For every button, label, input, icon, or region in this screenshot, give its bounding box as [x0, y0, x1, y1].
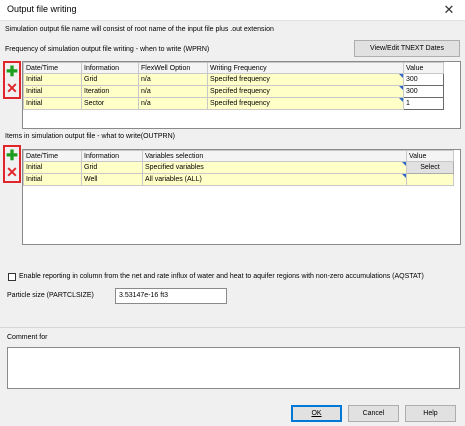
cell-date[interactable]: Initial [23, 85, 82, 98]
dropdown-marker-icon [399, 74, 403, 78]
delete-icon[interactable]: ✕ [6, 165, 18, 179]
divider [0, 327, 465, 328]
select-button[interactable]: Select [406, 161, 454, 174]
cell-frequency[interactable]: Specifed frequency [207, 85, 404, 98]
variables-text: All variables (ALL) [145, 176, 202, 183]
frequency-text: Specifed frequency [210, 100, 270, 107]
col-date-time: Date/Time [23, 62, 82, 74]
cell-value[interactable] [406, 173, 454, 186]
cell-value-input[interactable]: 300 [403, 73, 444, 86]
wprn-row-actions: ✚ ✕ [3, 61, 21, 99]
col-information: Information [81, 150, 143, 162]
wprn-heading: Frequency of simulation output file writ… [5, 46, 210, 53]
window-title: Output file writing [7, 4, 77, 14]
cancel-label: Cancel [362, 410, 385, 417]
col-variables-selection: Variables selection [142, 150, 407, 162]
cell-value-input[interactable]: 300 [403, 85, 444, 98]
plus-icon[interactable]: ✚ [6, 64, 18, 78]
cell-variables[interactable]: Specified variables [142, 161, 407, 174]
cell-variables[interactable]: All variables (ALL) [142, 173, 407, 186]
view-tnext-dates-button[interactable]: View/Edit TNEXT Dates [354, 40, 460, 57]
col-date-time: Date/Time [23, 150, 82, 162]
table-row[interactable]: Initial Iteration n/a Specifed frequency… [23, 85, 444, 98]
cell-frequency[interactable]: Specifed frequency [207, 97, 404, 110]
table-row[interactable]: Initial Well All variables (ALL) [23, 173, 454, 186]
cell-date[interactable]: Initial [23, 161, 82, 174]
comment-label: Comment for [7, 334, 48, 341]
cell-information[interactable]: Grid [81, 73, 139, 86]
variables-text: Specified variables [145, 164, 204, 171]
col-value: Value [403, 62, 444, 74]
cell-information[interactable]: Well [81, 173, 143, 186]
cell-value-input[interactable]: 1 [403, 97, 444, 110]
close-icon[interactable]: ✕ [433, 0, 465, 21]
comment-textarea[interactable] [7, 347, 460, 389]
aqstat-checkbox[interactable] [8, 273, 16, 281]
plus-icon[interactable]: ✚ [6, 148, 18, 162]
col-flexwell-option: FlexWell Option [138, 62, 208, 74]
dropdown-marker-icon [402, 174, 406, 178]
ok-label: OK [311, 410, 322, 417]
delete-icon[interactable]: ✕ [6, 81, 18, 95]
wprn-table: Date/Time Information FlexWell Option Wr… [22, 61, 461, 129]
intro-text: Simulation output file name will consist… [5, 26, 274, 33]
dropdown-marker-icon [402, 162, 406, 166]
aqstat-label: Enable reporting in column from the net … [19, 273, 424, 280]
frequency-text: Specifed frequency [210, 88, 270, 95]
cell-frequency[interactable]: Specifed frequency [207, 73, 404, 86]
ok-button[interactable]: OK [291, 405, 342, 422]
outprn-header-row: Date/Time Information Variables selectio… [23, 150, 454, 162]
outprn-heading: Items in simulation output file - what t… [5, 133, 175, 140]
cell-flexwell[interactable]: n/a [138, 85, 208, 98]
frequency-text: Specifed frequency [210, 76, 270, 83]
wprn-header-row: Date/Time Information FlexWell Option Wr… [23, 62, 444, 74]
help-button[interactable]: Help [405, 405, 456, 422]
table-row[interactable]: Initial Grid Specified variables Select [23, 161, 454, 174]
cell-information[interactable]: Sector [81, 97, 139, 110]
help-label: Help [423, 410, 438, 417]
cancel-button[interactable]: Cancel [348, 405, 399, 422]
col-information: Information [81, 62, 139, 74]
table-row[interactable]: Initial Grid n/a Specifed frequency 300 [23, 73, 444, 86]
cell-date[interactable]: Initial [23, 73, 82, 86]
outprn-row-actions: ✚ ✕ [3, 145, 21, 183]
cell-flexwell[interactable]: n/a [138, 73, 208, 86]
table-row[interactable]: Initial Sector n/a Specifed frequency 1 [23, 97, 444, 110]
col-writing-frequency: Writing Frequency [207, 62, 404, 74]
cell-flexwell[interactable]: n/a [138, 97, 208, 110]
cell-information[interactable]: Iteration [81, 85, 139, 98]
col-value: Value [406, 150, 454, 162]
cell-date[interactable]: Initial [23, 173, 82, 186]
title-bar: Output file writing ✕ [0, 0, 465, 21]
dropdown-marker-icon [399, 98, 403, 102]
particle-size-label: Particle size (PARTCLSIZE) [7, 292, 94, 299]
particle-size-input[interactable]: 3.53147e-16 ft3 [115, 288, 227, 304]
cell-information[interactable]: Grid [81, 161, 143, 174]
outprn-table: Date/Time Information Variables selectio… [22, 149, 461, 245]
cell-date[interactable]: Initial [23, 97, 82, 110]
dropdown-marker-icon [399, 86, 403, 90]
